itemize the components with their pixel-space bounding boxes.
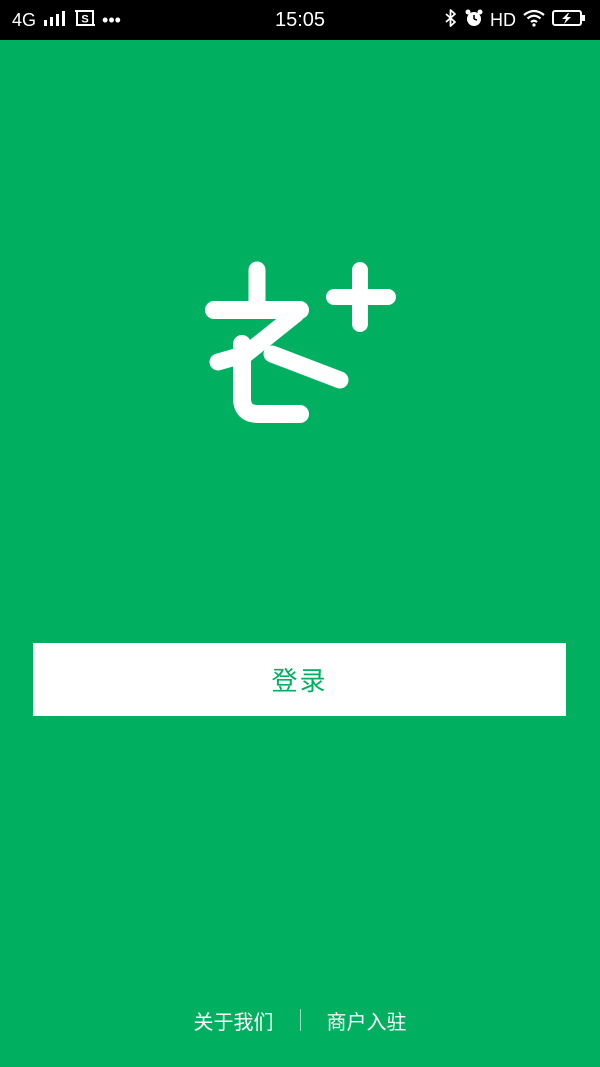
- bluetooth-icon: [444, 8, 458, 33]
- about-us-link[interactable]: 关于我们: [194, 1006, 274, 1035]
- footer-links: 关于我们 商户入驻: [0, 1000, 600, 1040]
- alarm-icon: [464, 8, 484, 33]
- login-button[interactable]: 登录: [33, 643, 566, 716]
- hd-label: HD: [490, 10, 516, 30]
- login-screen: 4G S ••• 15:05 HD 登录 关于我们 商户入驻: [0, 0, 600, 1067]
- more-dots-icon: •••: [102, 10, 121, 30]
- wifi-icon: [522, 9, 546, 32]
- merchant-join-link[interactable]: 商户入驻: [327, 1006, 407, 1035]
- battery-charging-icon: [552, 9, 586, 32]
- nong-plus-logo-icon: [200, 258, 400, 428]
- status-bar: 4G S ••• 15:05 HD: [0, 0, 600, 40]
- status-bar-left: 4G S •••: [12, 0, 121, 40]
- footer-divider: [299, 1009, 301, 1031]
- status-bar-right: HD: [438, 0, 586, 40]
- network-type: 4G: [12, 10, 37, 30]
- svg-text:S: S: [81, 13, 88, 25]
- screenshot-icon: S: [74, 8, 96, 33]
- signal-icon: [42, 9, 68, 32]
